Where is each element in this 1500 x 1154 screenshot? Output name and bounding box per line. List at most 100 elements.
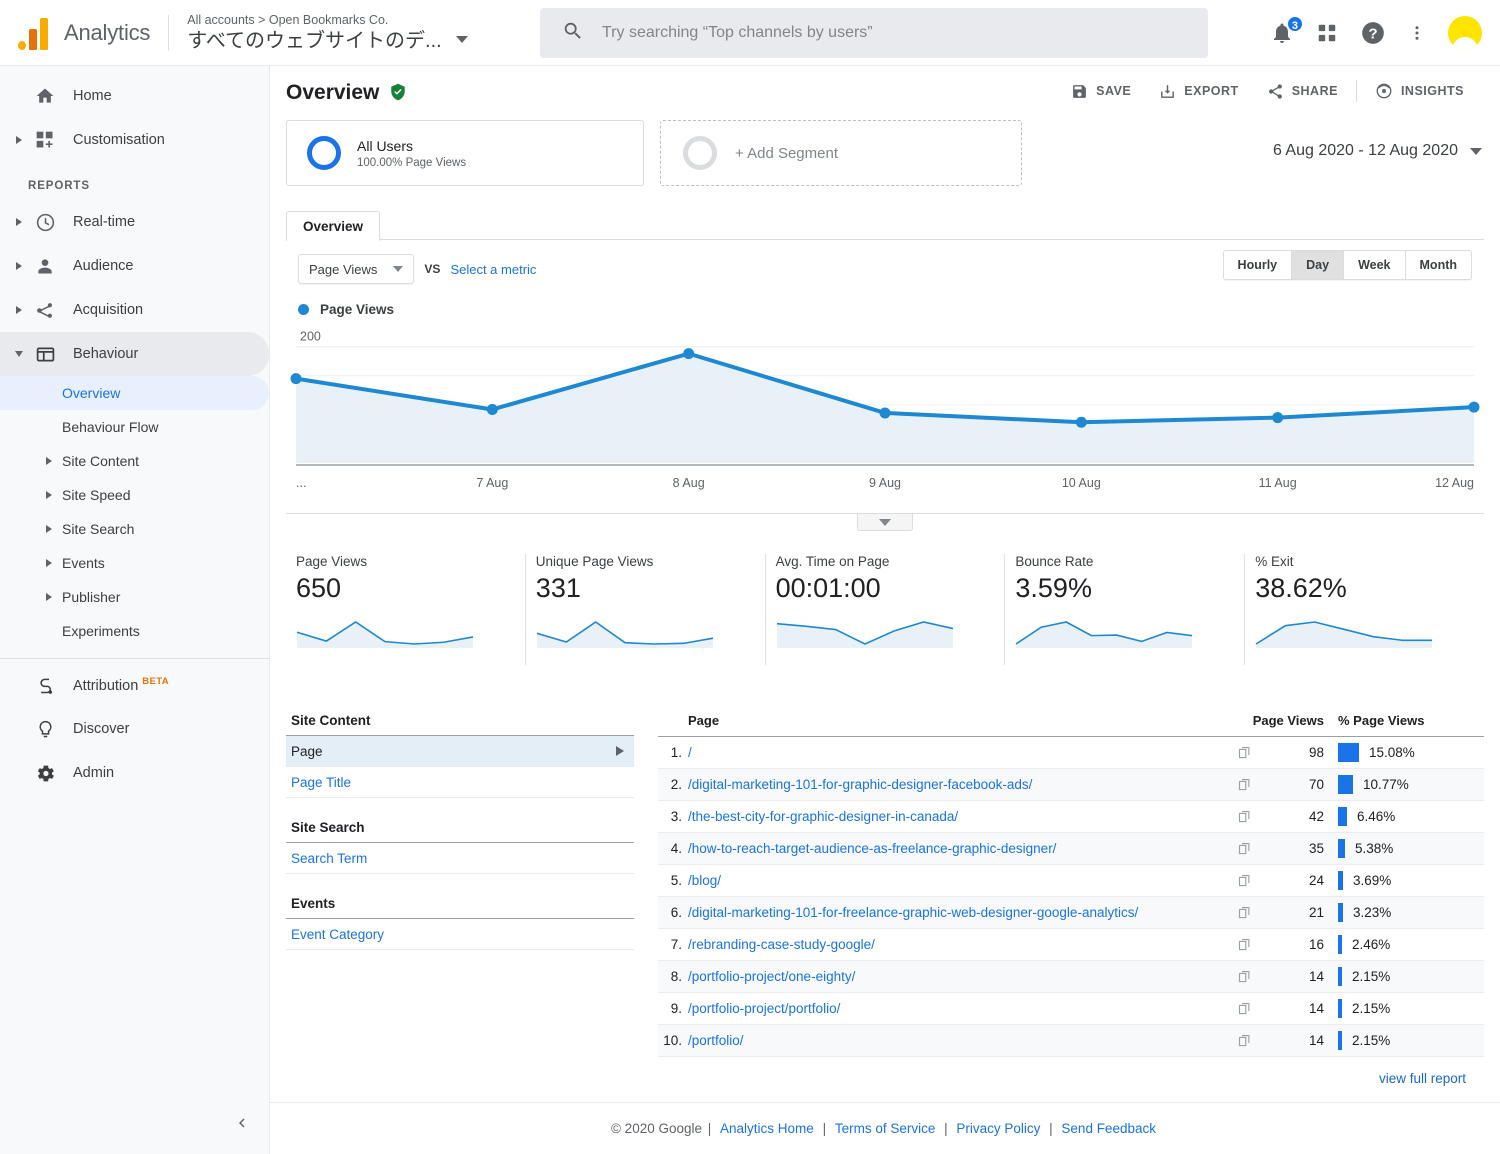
sidebar-item-publisher[interactable]: Publisher [0,580,269,614]
main-chart[interactable]: 100200...7 Aug8 Aug9 Aug10 Aug11 Aug12 A… [286,323,1484,531]
chart-collapse-handle[interactable] [857,514,913,531]
granularity-month[interactable]: Month [1405,251,1471,279]
expand-arrow-icon[interactable] [46,457,52,465]
sidebar-item-customisation[interactable]: Customisation [0,118,269,162]
open-in-new-icon[interactable] [1228,777,1260,792]
account-selector[interactable]: All accounts > Open Bookmarks Co. すべてのウェ… [187,12,441,54]
table-row[interactable]: 2. /digital-marketing-101-for-graphic-des… [658,769,1484,801]
sidebar-item-behaviour-flow[interactable]: Behaviour Flow [0,410,269,444]
footer-link-feedback[interactable]: Send Feedback [1061,1121,1156,1136]
open-in-new-icon[interactable] [1228,1001,1260,1016]
add-segment-button[interactable]: + Add Segment [660,120,1022,186]
page-path-link[interactable]: / [688,744,1228,762]
export-button[interactable]: EXPORT [1145,83,1252,100]
expand-arrow-icon[interactable] [46,593,52,601]
sidebar-item-audience[interactable]: Audience [0,244,269,288]
help-button[interactable]: ? [1360,20,1386,46]
table-row[interactable]: 6. /digital-marketing-101-for-freelance-g… [658,897,1484,929]
kpi-card[interactable]: % Exit 38.62% [1245,554,1484,665]
kpi-card[interactable]: Unique Page Views 331 [526,554,766,665]
page-path-link[interactable]: /portfolio-project/one-eighty/ [688,968,1228,986]
dimension-item-search-term[interactable]: Search Term [286,843,634,874]
table-row[interactable]: 1. / 98 15.08% [658,737,1484,769]
search-bar[interactable] [540,8,1208,58]
page-path-link[interactable]: /rebranding-case-study-google/ [688,936,1228,954]
date-range-selector[interactable]: 6 Aug 2020 - 12 Aug 2020 [1273,142,1482,160]
kpi-card[interactable]: Avg. Time on Page 00:01:00 [766,554,1006,665]
open-in-new-icon[interactable] [1228,969,1260,984]
expand-arrow-icon[interactable] [8,262,30,270]
apps-grid-button[interactable] [1316,22,1338,44]
sidebar-item-site-content[interactable]: Site Content [0,444,269,478]
sidebar-item-behaviour[interactable]: Behaviour [0,332,269,376]
chevron-down-icon [1470,147,1482,155]
page-path-link[interactable]: /digital-marketing-101-for-graphic-desig… [688,776,1228,794]
kpi-value: 38.62% [1255,573,1347,603]
kpi-card[interactable]: Bounce Rate 3.59% [1005,554,1246,665]
expand-arrow-icon[interactable] [46,491,52,499]
table-row[interactable]: 10. /portfolio/14 2.15% [658,1025,1484,1057]
granularity-week[interactable]: Week [1344,251,1406,279]
open-in-new-icon[interactable] [1228,841,1260,856]
open-in-new-icon[interactable] [1228,1033,1260,1048]
dimension-item-page[interactable]: Page [286,736,634,767]
insights-button[interactable]: INSIGHTS [1361,82,1478,100]
search-input[interactable] [602,24,1162,42]
page-path-link[interactable]: /blog/ [688,872,1228,890]
footer-link-analytics-home[interactable]: Analytics Home [720,1121,814,1136]
sidebar-item-admin[interactable]: Admin [0,751,269,795]
tab-overview[interactable]: Overview [286,211,381,241]
open-in-new-icon[interactable] [1228,809,1260,824]
more-options-button[interactable] [1408,21,1426,45]
table-row[interactable]: 3. /the-best-city-for-graphic-designer-in… [658,801,1484,833]
chevron-down-icon[interactable] [455,36,468,43]
footer-link-privacy[interactable]: Privacy Policy [956,1121,1040,1136]
table-row[interactable]: 5. /blog/24 3.69% [658,865,1484,897]
table-row[interactable]: 9. /portfolio-project/portfolio/14 2.15% [658,993,1484,1025]
open-in-new-icon[interactable] [1228,937,1260,952]
expand-arrow-icon[interactable] [8,306,30,314]
page-path-link[interactable]: /portfolio/ [688,1032,1228,1050]
expand-arrow-icon[interactable] [8,218,30,226]
sidebar-item-site-search[interactable]: Site Search [0,512,269,546]
table-row[interactable]: 7. /rebranding-case-study-google/16 2.46% [658,929,1484,961]
avatar[interactable] [1448,16,1482,50]
open-in-new-icon[interactable] [1228,905,1260,920]
table-row[interactable]: 8. /portfolio-project/one-eighty/14 2.15% [658,961,1484,993]
notifications-button[interactable]: 3 [1270,15,1304,45]
granularity-day[interactable]: Day [1292,251,1345,279]
granularity-hourly[interactable]: Hourly [1223,251,1293,279]
expand-arrow-icon[interactable] [46,559,52,567]
open-in-new-icon[interactable] [1228,745,1260,760]
view-full-report-link[interactable]: view full report [658,1071,1466,1086]
select-a-metric-link[interactable]: Select a metric [450,262,536,277]
sidebar-item-experiments[interactable]: Experiments [0,614,269,648]
expand-arrow-icon[interactable] [46,525,52,533]
save-button[interactable]: SAVE [1057,83,1145,100]
expand-arrow-icon[interactable] [8,136,30,144]
kpi-card[interactable]: Page Views 650 [286,554,526,665]
page-path-link[interactable]: /portfolio-project/portfolio/ [688,1000,1228,1018]
sidebar-item-acquisition[interactable]: Acquisition [0,288,269,332]
footer-link-terms[interactable]: Terms of Service [835,1121,936,1136]
sidebar-item-realtime[interactable]: Real-time [0,200,269,244]
page-path-link[interactable]: /how-to-reach-target-audience-as-freelan… [688,840,1228,858]
sidebar-item-overview[interactable]: Overview [0,376,269,410]
dimension-item-page-title[interactable]: Page Title [286,767,634,798]
sidebar-item-site-speed[interactable]: Site Speed [0,478,269,512]
page-path-link[interactable]: /digital-marketing-101-for-freelance-gra… [688,904,1228,922]
sidebar-collapse-button[interactable] [225,1106,259,1140]
metric-select[interactable]: Page Views [298,254,415,284]
table-row[interactable]: 4. /how-to-reach-target-audience-as-freel… [658,833,1484,865]
collapse-arrow-icon[interactable] [8,351,30,357]
open-in-new-icon[interactable] [1228,873,1260,888]
sidebar-label-audience: Audience [73,258,134,274]
share-button[interactable]: SHARE [1253,83,1352,100]
dimension-item-event-category[interactable]: Event Category [286,919,634,950]
segment-all-users[interactable]: All Users 100.00% Page Views [286,120,644,186]
page-path-link[interactable]: /the-best-city-for-graphic-designer-in-c… [688,808,1228,826]
sidebar-item-attribution[interactable]: Attribution BETA [0,663,269,707]
sidebar-item-home[interactable]: Home [0,74,269,118]
sidebar-item-events[interactable]: Events [0,546,269,580]
sidebar-item-discover[interactable]: Discover [0,707,269,751]
